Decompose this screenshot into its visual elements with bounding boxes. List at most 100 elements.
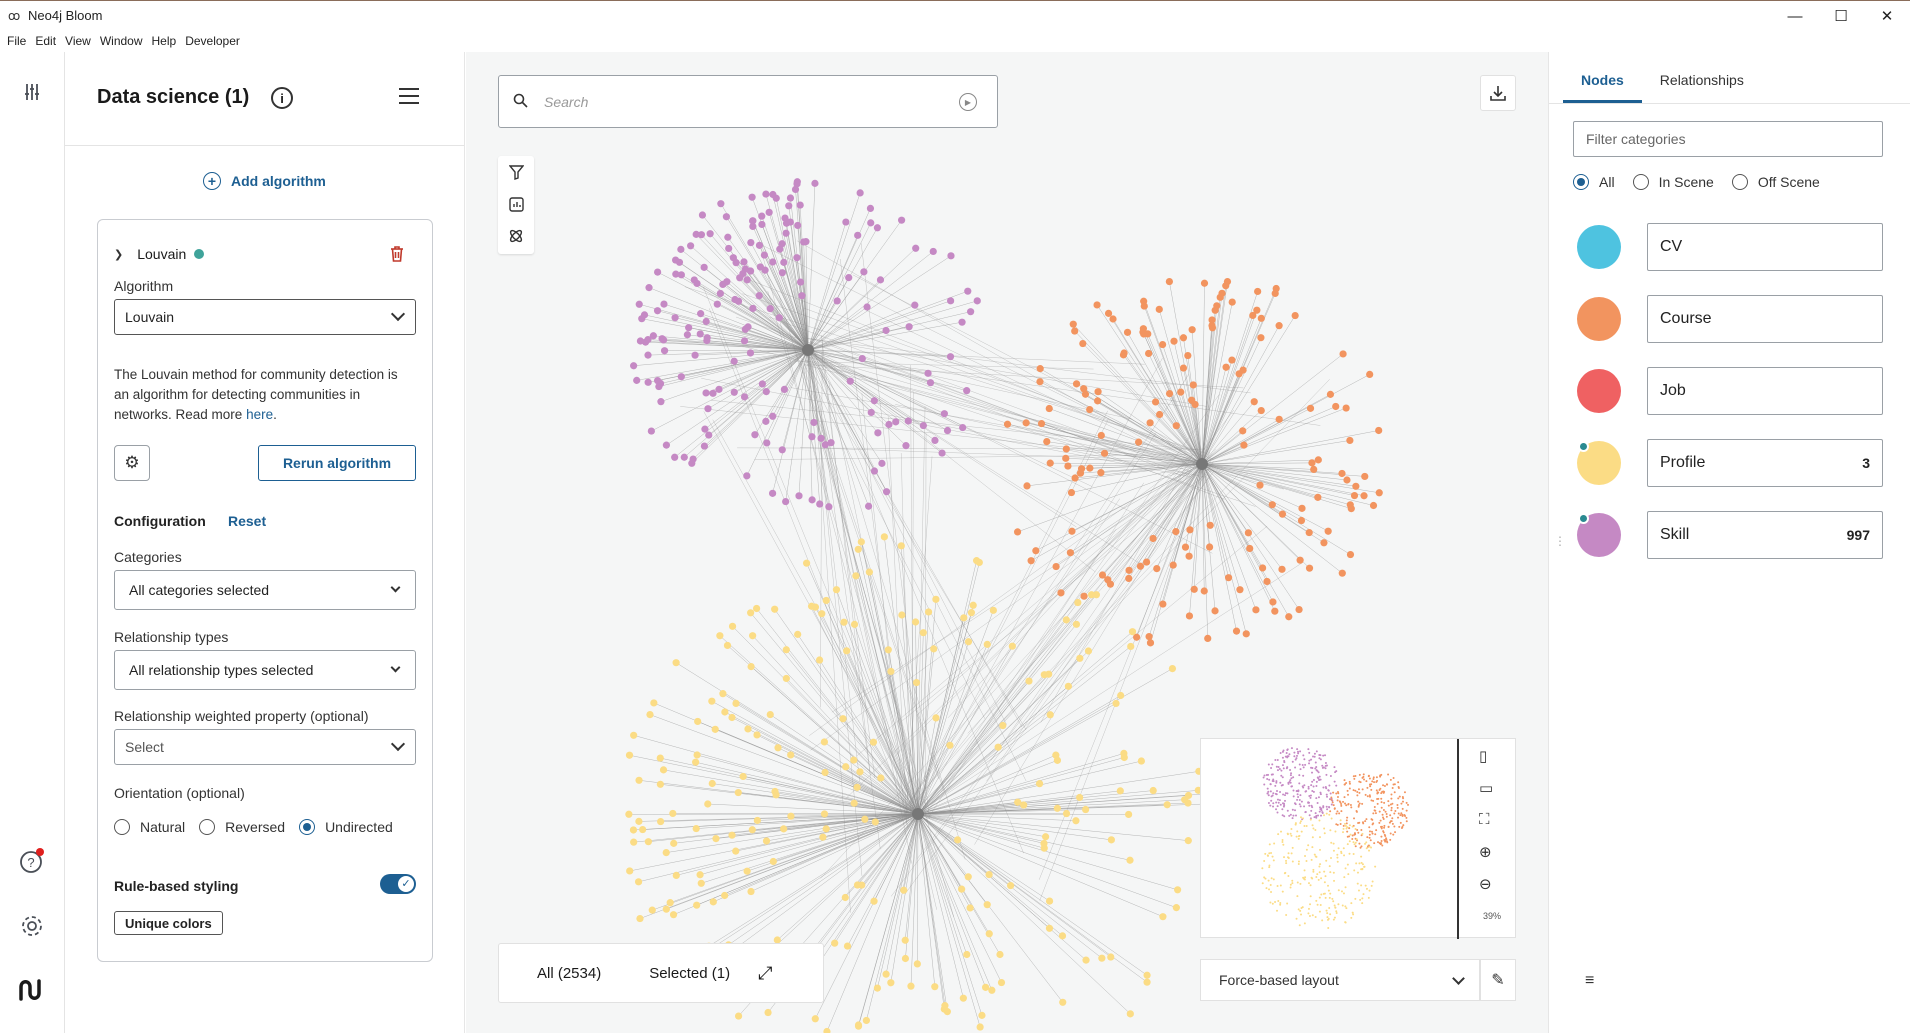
rerun-algorithm-button[interactable]: Rerun algorithm xyxy=(258,445,416,481)
orientation-natural[interactable]: Natural xyxy=(114,819,185,835)
fit-screen-icon[interactable]: ⛶ xyxy=(1479,811,1490,828)
category-label[interactable]: Profile 3 xyxy=(1647,439,1883,487)
menu-file[interactable]: File xyxy=(7,34,26,48)
minimap-node xyxy=(1270,795,1273,798)
graph-node-course xyxy=(1252,606,1260,614)
tab-nodes[interactable]: Nodes xyxy=(1563,52,1642,103)
menu-view[interactable]: View xyxy=(65,34,91,48)
minimap-node xyxy=(1364,820,1367,823)
search-input[interactable]: Search xyxy=(544,94,588,110)
layout-select[interactable]: Force-based layout xyxy=(1200,959,1480,1001)
scene-all[interactable]: All xyxy=(1573,174,1615,190)
filter-icon[interactable] xyxy=(498,156,534,188)
count-all[interactable]: All (2534) xyxy=(537,965,601,982)
algorithm-select[interactable]: Louvain xyxy=(114,299,416,335)
rule-based-styling-toggle[interactable] xyxy=(380,874,416,894)
chevron-down-icon[interactable]: ❯ xyxy=(114,248,123,261)
help-icon[interactable]: ? xyxy=(18,847,46,875)
graph-node-profile xyxy=(1137,757,1145,765)
algorithm-settings-button[interactable]: ⚙ xyxy=(114,445,150,481)
minimap-node xyxy=(1360,829,1363,832)
chart-icon[interactable] xyxy=(498,188,534,220)
orientation-reversed[interactable]: Reversed xyxy=(199,819,285,835)
panel-drag-handle[interactable]: ⋮ xyxy=(1554,534,1566,548)
minimap-preview[interactable] xyxy=(1201,739,1457,939)
search-bar[interactable]: Search ▶ xyxy=(498,75,998,128)
category-label[interactable]: Job xyxy=(1647,367,1883,415)
graph-edge xyxy=(904,813,919,941)
pencil-icon[interactable]: ✎ xyxy=(1480,959,1516,1001)
read-more-link[interactable]: here xyxy=(246,407,273,422)
zoom-out-icon[interactable]: ⊖ xyxy=(1479,875,1492,893)
minimap-node xyxy=(1309,794,1312,797)
add-algorithm-button[interactable]: + Add algorithm xyxy=(203,172,326,190)
minimap-node xyxy=(1296,881,1299,884)
graph-canvas[interactable]: Search ▶ All (2534) Selected (1) ⤢ ▯ ▭ ⛶… xyxy=(466,52,1548,1033)
algorithm-card-header[interactable]: ❯ Louvain xyxy=(114,246,205,262)
minimap-node xyxy=(1261,867,1264,870)
category-row-job[interactable]: Job xyxy=(1573,367,1883,415)
scene-in[interactable]: In Scene xyxy=(1632,174,1714,190)
graph-node-skill xyxy=(729,254,737,262)
radio-button[interactable] xyxy=(1632,174,1649,190)
menu-edit[interactable]: Edit xyxy=(35,34,56,48)
tab-relationships[interactable]: Relationships xyxy=(1642,52,1762,103)
sliders-icon[interactable] xyxy=(18,78,46,106)
category-label[interactable]: Course xyxy=(1647,295,1883,343)
filter-categories-input[interactable]: Filter categories xyxy=(1573,121,1883,157)
menu-help[interactable]: Help xyxy=(152,34,177,48)
category-label[interactable]: CV xyxy=(1647,223,1883,271)
hamburger-menu-icon[interactable] xyxy=(399,88,419,109)
window-controls: — ☐ ✕ xyxy=(1772,1,1910,31)
minimap[interactable]: ▯ ▭ ⛶ ⊕ ⊖ 39% xyxy=(1200,738,1516,939)
categories-select[interactable]: All categories selected xyxy=(114,570,416,610)
count-selected[interactable]: Selected (1) xyxy=(649,965,730,982)
orientation-undirected[interactable]: Undirected xyxy=(299,819,393,835)
menu-window[interactable]: Window xyxy=(100,34,143,48)
graph-node-course xyxy=(1204,634,1212,643)
unique-colors-button[interactable]: Unique colors xyxy=(114,911,223,935)
graph-node-skill xyxy=(904,417,912,425)
graph-edge xyxy=(1201,463,1229,578)
menu-developer[interactable]: Developer xyxy=(185,34,240,48)
expand-icon[interactable]: ⤢ xyxy=(758,963,772,984)
relationship-types-select[interactable]: All relationship types selected xyxy=(114,650,416,690)
download-icon[interactable] xyxy=(1480,75,1516,111)
maximize-button[interactable]: ☐ xyxy=(1818,1,1864,31)
graph-edge xyxy=(1201,407,1347,465)
close-button[interactable]: ✕ xyxy=(1864,1,1910,31)
category-row-course[interactable]: Course xyxy=(1573,295,1883,343)
map-icon[interactable]: ▯ xyxy=(1479,747,1487,765)
reset-link[interactable]: Reset xyxy=(228,513,266,529)
category-color-swatch[interactable] xyxy=(1577,225,1621,269)
minimap-node xyxy=(1316,769,1319,772)
category-label[interactable]: Skill 997 xyxy=(1647,511,1883,559)
category-color-swatch[interactable] xyxy=(1577,369,1621,413)
play-icon[interactable]: ▶ xyxy=(959,93,977,111)
category-row-cv[interactable]: CV xyxy=(1573,223,1883,271)
wrap-text-icon[interactable]: ≡ xyxy=(1585,972,1594,990)
radio-button[interactable] xyxy=(1731,174,1748,190)
minimap-node xyxy=(1387,773,1390,776)
category-row-skill[interactable]: Skill 997 xyxy=(1573,511,1883,559)
graph-node-skill xyxy=(769,190,777,199)
zoom-in-icon[interactable]: ⊕ xyxy=(1479,843,1492,861)
radio-button-selected[interactable] xyxy=(299,819,316,835)
category-color-swatch[interactable] xyxy=(1577,297,1621,341)
minimap-node xyxy=(1393,812,1396,815)
settings-gear-icon[interactable] xyxy=(18,912,46,940)
radio-button[interactable] xyxy=(199,819,216,835)
data-science-icon[interactable] xyxy=(498,220,534,252)
minimap-node xyxy=(1313,816,1316,819)
radio-button-selected[interactable] xyxy=(1573,174,1589,190)
minimap-node xyxy=(1294,758,1297,761)
presentation-icon[interactable]: ▭ xyxy=(1479,779,1493,797)
scene-off[interactable]: Off Scene xyxy=(1731,174,1820,190)
minimap-node xyxy=(1323,832,1326,835)
radio-button[interactable] xyxy=(114,819,130,835)
info-icon[interactable]: i xyxy=(271,87,293,109)
weighted-property-select[interactable]: Select xyxy=(114,729,416,765)
category-row-profile[interactable]: Profile 3 xyxy=(1573,439,1883,487)
minimize-button[interactable]: — xyxy=(1772,1,1818,31)
trash-icon[interactable] xyxy=(390,246,404,267)
